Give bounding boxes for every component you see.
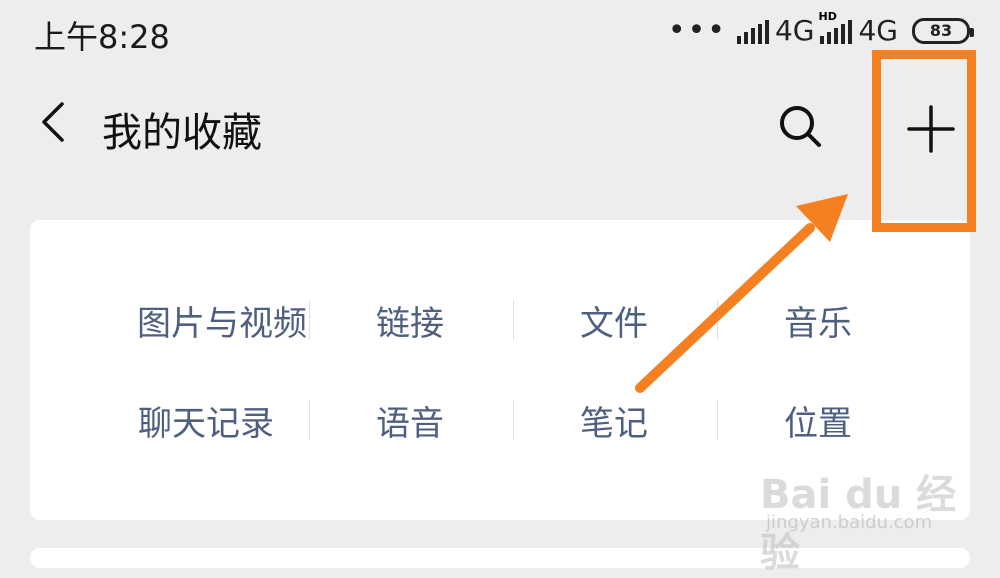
signal-icon [736, 18, 769, 44]
category-chat-history[interactable]: 聊天记录 [104, 395, 308, 445]
category-location[interactable]: 位置 [716, 395, 920, 445]
network-label-1: 4G [774, 14, 815, 47]
battery-icon: 83 [912, 17, 974, 44]
more-dots: ••• [667, 12, 727, 48]
status-time: 上午8:28 [34, 18, 170, 56]
battery-level: 83 [929, 21, 953, 40]
category-links[interactable]: 链接 [308, 295, 512, 345]
back-button[interactable] [28, 92, 78, 152]
chevron-left-icon [42, 102, 64, 142]
signal-icon-hd: HD [818, 10, 853, 44]
status-icons: ••• 4G HD 4G 83 [667, 10, 974, 48]
category-photos-videos[interactable]: 图片与视频 [120, 295, 324, 345]
category-voice[interactable]: 语音 [308, 395, 512, 445]
category-music[interactable]: 音乐 [716, 295, 920, 345]
category-files[interactable]: 文件 [512, 295, 716, 345]
highlight-box [872, 50, 976, 232]
baidu-watermark: Bai du 经验 jingyan.baidu.com [760, 450, 980, 576]
top-bar: 我的收藏 [0, 66, 1000, 184]
network-label-2: 4G [858, 14, 898, 47]
hd-label: HD [818, 9, 837, 23]
watermark-url: jingyan.baidu.com [766, 512, 933, 533]
search-button[interactable] [770, 96, 830, 156]
page-title: 我的收藏 [102, 110, 262, 156]
search-icon [780, 106, 821, 147]
category-notes[interactable]: 笔记 [512, 395, 716, 445]
status-bar: 上午8:28 ••• 4G HD 4G 83 [0, 0, 1000, 66]
